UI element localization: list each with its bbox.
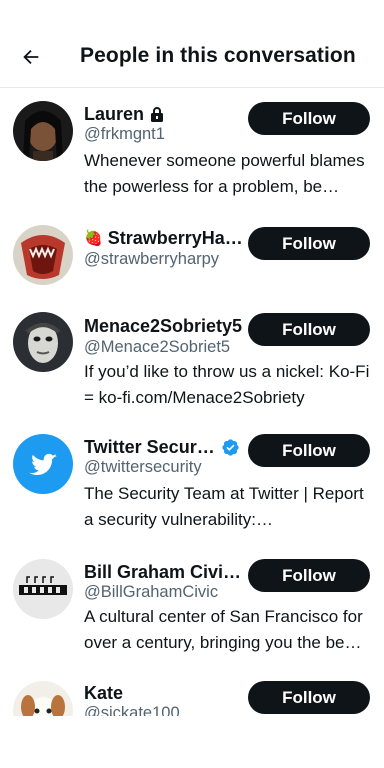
user-handle: @sickate100 [84, 704, 180, 716]
back-button[interactable] [12, 38, 50, 76]
user-bio: A cultural center of San Francisco for o… [84, 607, 363, 652]
avatar[interactable] [13, 681, 73, 716]
user-handle: @strawberryharpy [84, 250, 220, 268]
avatar[interactable] [13, 434, 73, 494]
user-name-line: Lauren [84, 102, 165, 126]
user-handle: @twittersecurity [84, 458, 202, 476]
user-name-line: 🍓 StrawberryHarpy [84, 226, 244, 250]
user-name: StrawberryHarpy [107, 227, 244, 248]
list-item[interactable]: 🍓 StrawberryHarpy @strawberryharpy Follo… [0, 208, 384, 308]
user-name: Bill Graham Civic Auditorium [84, 561, 244, 582]
user-name-line: Bill Graham Civic Auditorium [84, 560, 244, 584]
header: People in this conversation [0, 0, 384, 88]
user-name-line: Kate [84, 681, 123, 705]
follow-button[interactable]: Follow [248, 434, 370, 467]
conversation-people-screen: People in this conversation Lauren @frkm… [0, 0, 384, 768]
user-name: Twitter Security [84, 436, 216, 457]
user-name: Kate [84, 682, 124, 703]
user-bio: Whenever someone powerful blames the pow… [84, 151, 365, 196]
page-title: People in this conversation [80, 44, 356, 67]
list-item[interactable]: Lauren @frkmgnt1 Whenever someone powerf… [0, 88, 384, 208]
bottom-area [0, 716, 384, 768]
list-item[interactable]: Kate @sickate100 Follow [0, 673, 384, 716]
arrow-left-icon [23, 49, 39, 65]
avatar[interactable] [13, 312, 73, 372]
follow-button[interactable]: Follow [248, 681, 370, 714]
user-handle: @frkmgnt1 [84, 125, 165, 143]
user-name-line: Twitter Security [84, 435, 240, 459]
user-bio: The Security Team at Twitter | Report a … [84, 484, 364, 529]
avatar[interactable] [13, 101, 73, 161]
user-handle: @Menace2Sobriet5 [84, 338, 231, 356]
follow-button[interactable]: Follow [248, 102, 370, 135]
follow-button[interactable]: Follow [248, 559, 370, 592]
people-list: Lauren @frkmgnt1 Whenever someone powerf… [0, 88, 384, 716]
list-item[interactable]: Menace2Sobriety5 @Menace2Sobriet5 If you… [0, 308, 384, 428]
user-bio: If you’d like to throw us a nickel: Ko-F… [84, 362, 370, 407]
lock-icon [151, 106, 164, 122]
user-name-line: Menace2Sobriety5 [84, 314, 242, 338]
user-name: Lauren [84, 103, 145, 124]
user-name: Menace2Sobriety5 [84, 315, 243, 336]
list-item[interactable]: Bill Graham Civic Auditorium @BillGraham… [0, 553, 384, 673]
list-item[interactable]: Twitter Security @twittersecurity The Se… [0, 428, 384, 553]
avatar[interactable] [13, 559, 73, 619]
strawberry-icon: 🍓 [84, 229, 103, 247]
verified-badge-icon [222, 438, 239, 456]
user-handle: @BillGrahamCivic [84, 583, 219, 601]
avatar[interactable] [13, 225, 73, 285]
follow-button[interactable]: Follow [248, 313, 370, 346]
follow-button[interactable]: Follow [248, 227, 370, 260]
